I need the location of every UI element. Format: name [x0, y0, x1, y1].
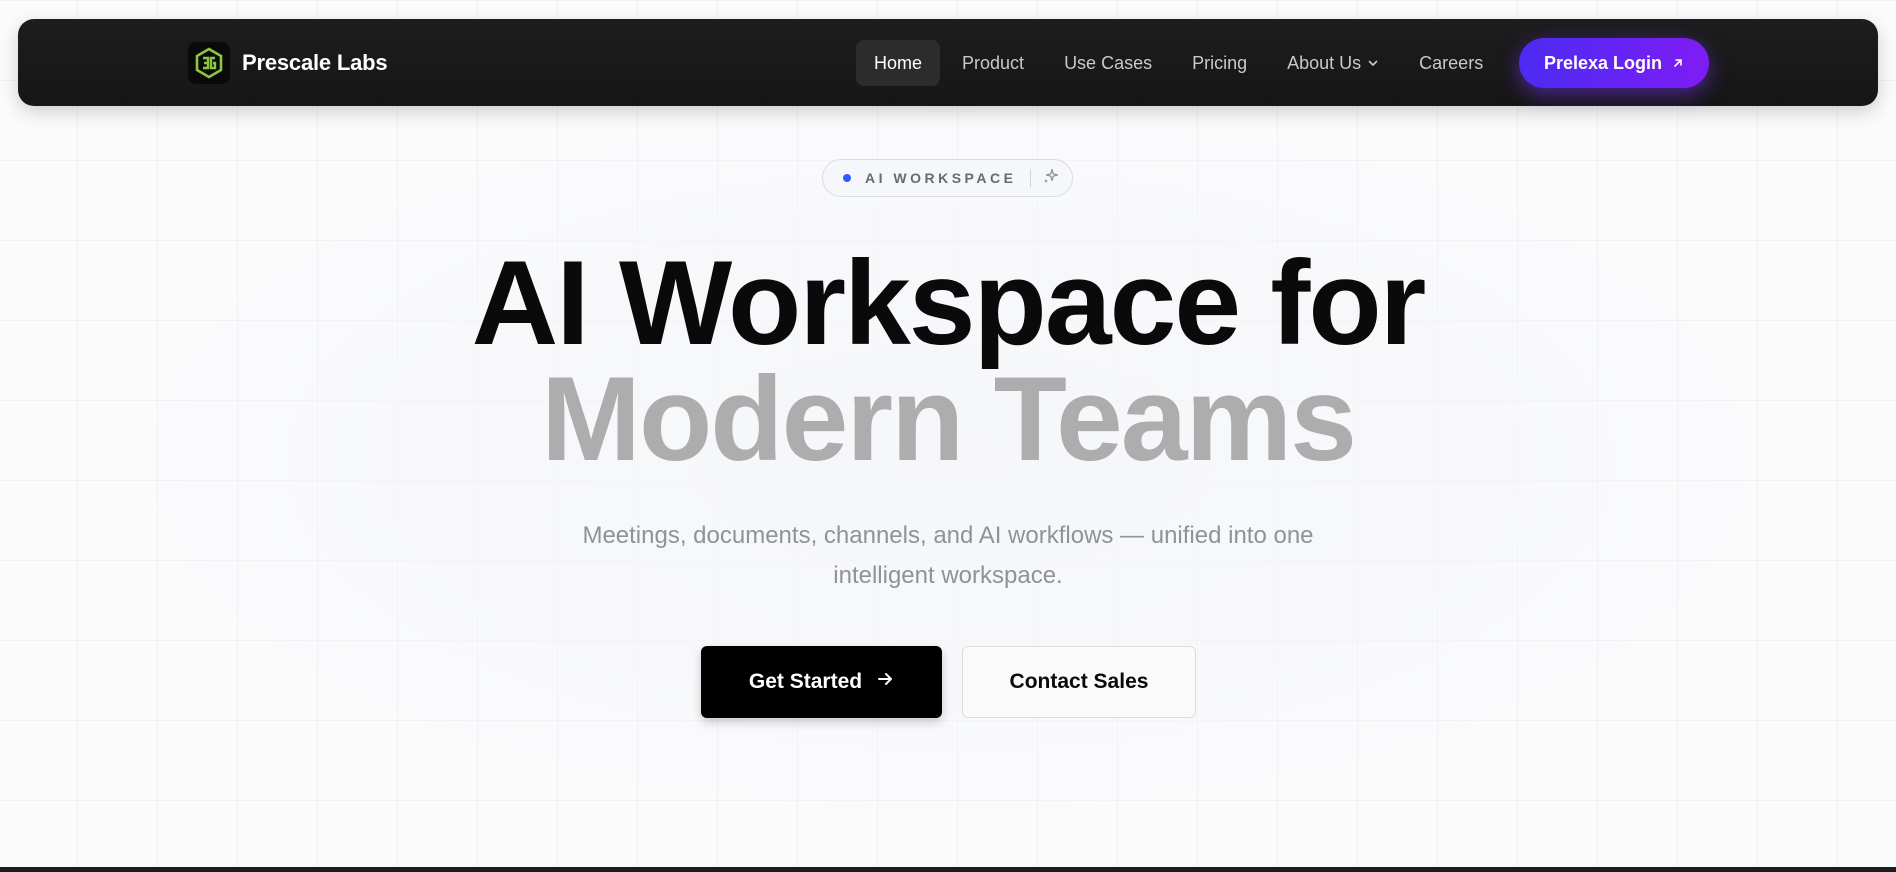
contact-sales-button[interactable]: Contact Sales [962, 646, 1196, 718]
main-nav: Home Product Use Cases Pricing About Us … [856, 40, 1505, 86]
nav-about-us[interactable]: About Us [1269, 40, 1397, 86]
contact-sales-label: Contact Sales [1009, 670, 1149, 693]
navbar: Prescale Labs Home Product Use Cases Pri… [18, 19, 1878, 106]
nav-product-label: Product [962, 52, 1025, 73]
nav-pricing[interactable]: Pricing [1174, 40, 1265, 86]
prescale-logo-icon [188, 42, 230, 84]
nav-careers[interactable]: Careers [1401, 40, 1501, 86]
brand-name: Prescale Labs [242, 50, 388, 75]
sparkle-icon [1043, 168, 1059, 189]
prelexa-login-button[interactable]: Prelexa Login [1519, 38, 1709, 88]
arrow-right-icon [876, 670, 894, 694]
nav-home-label: Home [874, 52, 923, 73]
nav-use-cases-label: Use Cases [1064, 52, 1153, 73]
status-dot [843, 174, 851, 182]
badge-divider [1030, 169, 1032, 187]
bottom-edge [0, 867, 1896, 872]
hero-title-line-2: Modern Teams [541, 352, 1357, 486]
ai-workspace-badge: AI WORKSPACE [822, 159, 1073, 197]
badge-text: AI WORKSPACE [865, 170, 1017, 186]
arrow-up-right-icon [1672, 53, 1684, 74]
chevron-down-icon [1367, 57, 1379, 69]
nav-use-cases[interactable]: Use Cases [1046, 40, 1170, 86]
hero-title-line-1: AI Workspace for [471, 236, 1427, 370]
nav-home[interactable]: Home [856, 40, 941, 86]
page: Prescale Labs Home Product Use Cases Pri… [0, 0, 1896, 872]
get-started-button[interactable]: Get Started [701, 646, 942, 718]
nav-product[interactable]: Product [944, 40, 1042, 86]
nav-careers-label: Careers [1419, 52, 1484, 73]
nav-pricing-label: Pricing [1192, 52, 1248, 73]
nav-about-us-label: About Us [1287, 52, 1362, 73]
get-started-label: Get Started [748, 670, 863, 693]
hero-subtitle: Meetings, documents, channels, and AI wo… [582, 522, 1314, 589]
login-label: Prelexa Login [1543, 52, 1663, 73]
brand-link[interactable]: Prescale Labs [188, 41, 388, 85]
